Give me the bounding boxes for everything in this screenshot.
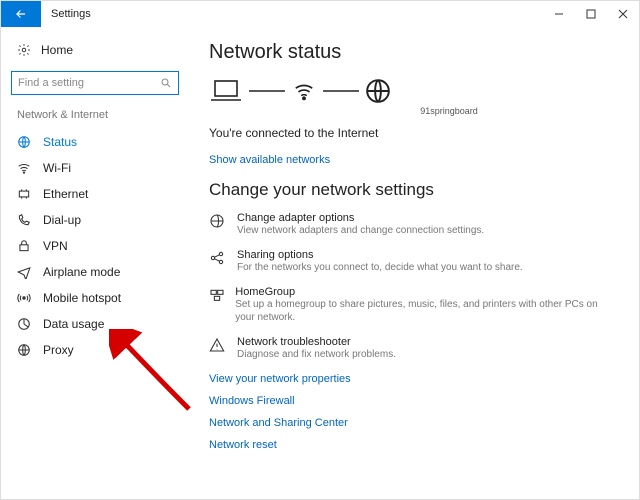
gear-icon [17, 43, 31, 57]
hotspot-icon [17, 291, 31, 305]
maximize-button[interactable] [575, 1, 607, 27]
home-button[interactable]: Home [1, 37, 189, 63]
option-title: Sharing options [237, 249, 523, 261]
sidebar-item-label: Ethernet [43, 187, 88, 201]
option-desc: Set up a homegroup to share pictures, mu… [235, 298, 619, 324]
main-panel: Network status 91springboard You're conn… [189, 27, 639, 499]
sidebar-item-airplane[interactable]: Airplane mode [1, 259, 189, 285]
ethernet-icon [17, 187, 31, 201]
link-firewall[interactable]: Windows Firewall [209, 395, 619, 407]
search-input[interactable]: Find a setting [11, 71, 179, 95]
window-title: Settings [41, 1, 101, 27]
option-troubleshoot[interactable]: Network troubleshooterDiagnose and fix n… [209, 336, 619, 361]
option-homegroup[interactable]: HomeGroupSet up a homegroup to share pic… [209, 286, 619, 324]
sharing-icon [209, 249, 227, 274]
option-title: HomeGroup [235, 286, 619, 298]
titlebar: Settings [1, 1, 639, 27]
sidebar-item-dialup[interactable]: Dial-up [1, 207, 189, 233]
option-adapter[interactable]: Change adapter optionsView network adapt… [209, 212, 619, 237]
globe-icon [365, 78, 391, 104]
line-icon [323, 89, 359, 93]
sidebar-item-ethernet[interactable]: Ethernet [1, 181, 189, 207]
sidebar-item-wifi[interactable]: Wi-Fi [1, 155, 189, 181]
adapter-icon [209, 212, 227, 237]
sidebar-item-label: Data usage [43, 317, 104, 331]
ssid-label: 91springboard [279, 106, 619, 116]
link-sharing-center[interactable]: Network and Sharing Center [209, 417, 619, 429]
option-desc: View network adapters and change connect… [237, 224, 484, 237]
phone-icon [17, 213, 31, 227]
show-available-link[interactable]: Show available networks [209, 154, 619, 166]
link-properties[interactable]: View your network properties [209, 373, 619, 385]
minimize-button[interactable] [543, 1, 575, 27]
option-desc: Diagnose and fix network problems. [237, 348, 396, 361]
airplane-icon [17, 265, 31, 279]
back-button[interactable] [1, 1, 41, 27]
sidebar-item-hotspot[interactable]: Mobile hotspot [1, 285, 189, 311]
sidebar-item-label: Airplane mode [43, 265, 120, 279]
data-icon [17, 317, 31, 331]
wifi-signal-icon [291, 80, 317, 102]
connection-status: You're connected to the Internet [209, 126, 619, 140]
sidebar-item-vpn[interactable]: VPN [1, 233, 189, 259]
option-title: Change adapter options [237, 212, 484, 224]
sidebar-item-label: Mobile hotspot [43, 291, 121, 305]
sidebar-item-label: VPN [43, 239, 68, 253]
sidebar-item-status[interactable]: Status [1, 129, 189, 155]
network-diagram [209, 78, 619, 104]
link-reset[interactable]: Network reset [209, 439, 619, 451]
sidebar-item-proxy[interactable]: Proxy [1, 337, 189, 363]
status-icon [17, 135, 31, 149]
page-heading: Network status [209, 41, 619, 64]
home-label: Home [41, 43, 73, 57]
sidebar-item-label: Proxy [43, 343, 74, 357]
troubleshoot-icon [209, 336, 227, 361]
wifi-icon [17, 161, 31, 175]
homegroup-icon [209, 286, 225, 324]
sidebar-item-label: Wi-Fi [43, 161, 71, 175]
search-icon [160, 77, 172, 89]
search-placeholder: Find a setting [18, 77, 160, 89]
section-label: Network & Internet [1, 105, 189, 129]
sidebar-item-datausage[interactable]: Data usage [1, 311, 189, 337]
proxy-icon [17, 343, 31, 357]
option-title: Network troubleshooter [237, 336, 396, 348]
sidebar-item-label: Status [43, 135, 77, 149]
line-icon [249, 89, 285, 93]
change-heading: Change your network settings [209, 180, 619, 200]
option-sharing[interactable]: Sharing optionsFor the networks you conn… [209, 249, 619, 274]
laptop-icon [209, 78, 243, 104]
close-button[interactable] [607, 1, 639, 27]
option-desc: For the networks you connect to, decide … [237, 261, 523, 274]
vpn-icon [17, 239, 31, 253]
sidebar: Home Find a setting Network & Internet S… [1, 27, 189, 499]
sidebar-item-label: Dial-up [43, 213, 81, 227]
